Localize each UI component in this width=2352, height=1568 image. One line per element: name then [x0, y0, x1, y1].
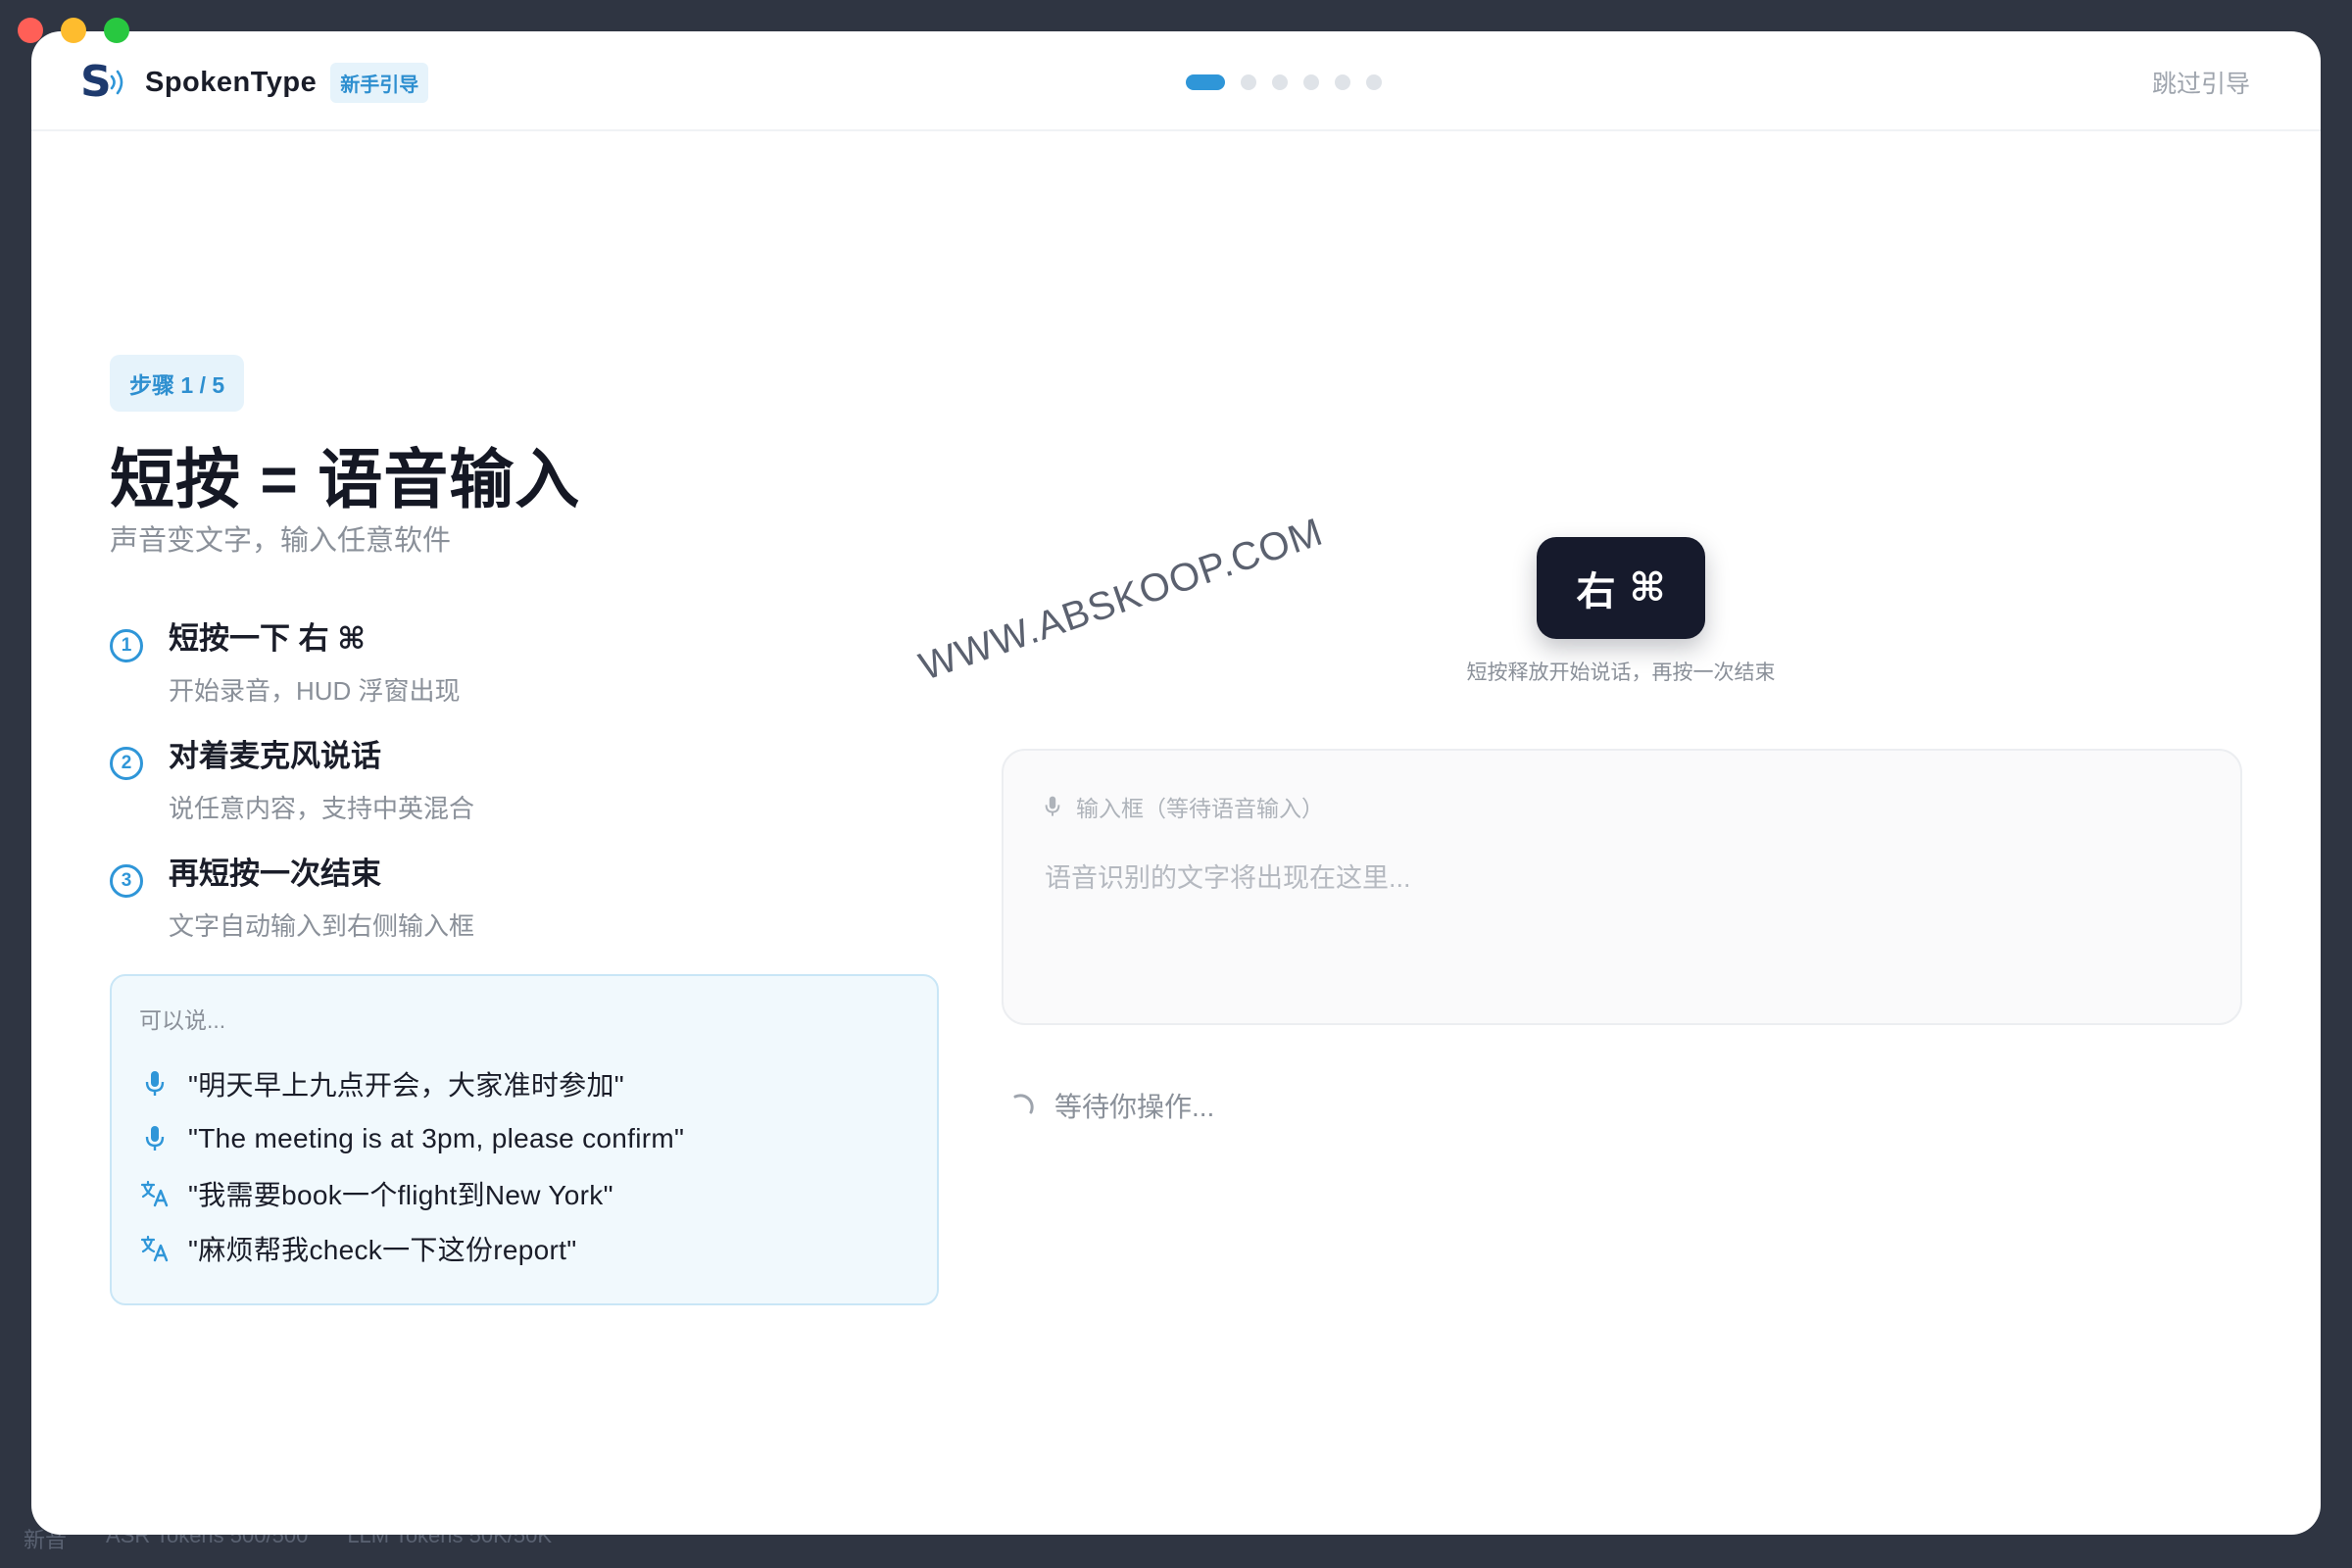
- example-text: "麻烦帮我check一下这份report": [188, 1235, 577, 1265]
- mic-icon: [139, 1123, 171, 1154]
- page-subtitle: 声音变文字，输入任意软件: [110, 525, 452, 557]
- step-title: 再短按一次结束: [169, 857, 381, 891]
- hotkey-char: 右: [1576, 570, 1616, 613]
- step-item: 2 对着麦克风说话 说任意内容，支持中英混合: [110, 731, 913, 849]
- minimize-window-button[interactable]: [61, 18, 86, 43]
- input-placeholder: 语音识别的文字将出现在这里...: [1045, 863, 1411, 893]
- skip-onboarding-button[interactable]: 跳过引导: [2152, 65, 2250, 100]
- progress-dot: [1303, 74, 1319, 90]
- progress-dot: [1272, 74, 1288, 90]
- app-name: SpokenType: [145, 66, 318, 98]
- translate-icon: [139, 1233, 171, 1264]
- step-title: 对着麦克风说话: [169, 739, 381, 773]
- example-phrases-panel: 可以说... "明天早上九点开会，大家准时参加" "The meeting is…: [110, 974, 939, 1305]
- onboarding-window: S SpokenType 新手引导 跳过引导 步骤 1 / 5 短按 = 语音输…: [31, 31, 2321, 1535]
- onboarding-progress: [1186, 74, 1382, 90]
- close-window-button[interactable]: [18, 18, 43, 43]
- step-description: 文字自动输入到右侧输入框: [169, 911, 475, 941]
- window-controls: [18, 18, 129, 43]
- page-title: 短按 = 语音输入: [110, 443, 581, 515]
- hotkey-hint: 短按释放开始说话，再按一次结束: [1466, 662, 1776, 684]
- hotkey-indicator: 右 ⌘: [1537, 537, 1705, 639]
- input-box-label-text: 输入框（等待语音输入）: [1076, 796, 1324, 821]
- onboarding-badge: 新手引导: [330, 62, 429, 103]
- progress-dot: [1241, 74, 1256, 90]
- step-number: 2: [110, 747, 143, 780]
- example-phrase: "我需要book一个flight到New York": [139, 1166, 909, 1221]
- input-box-label: 输入框（等待语音输入）: [1045, 790, 2199, 823]
- waiting-text: 等待你操作...: [1054, 1092, 1215, 1122]
- example-text: "The meeting is at 3pm, please confirm": [188, 1123, 685, 1153]
- mic-icon: [139, 1068, 171, 1100]
- step-description: 说任意内容，支持中英混合: [169, 794, 475, 823]
- waiting-status: 等待你操作...: [1009, 1086, 1214, 1125]
- step-number: 3: [110, 864, 143, 898]
- step-item: 1 短按一下 右 ⌘ 开始录音，HUD 浮窗出现: [110, 613, 913, 731]
- spinner-icon: [1013, 1094, 1034, 1114]
- app-logo-icon: S: [80, 61, 131, 104]
- step-title: 短按一下 右 ⌘: [169, 621, 366, 656]
- progress-dot: [1366, 74, 1382, 90]
- mic-icon: [1045, 796, 1060, 816]
- step-number: 1: [110, 629, 143, 662]
- voice-input-box[interactable]: 输入框（等待语音输入） 语音识别的文字将出现在这里...: [1002, 749, 2242, 1025]
- zoom-window-button[interactable]: [104, 18, 129, 43]
- examples-label: 可以说...: [139, 1007, 226, 1033]
- example-phrase: "明天早上九点开会，大家准时参加": [139, 1056, 909, 1111]
- translate-icon: [139, 1178, 171, 1209]
- command-key-icon: ⌘: [1629, 566, 1666, 610]
- step-description: 开始录音，HUD 浮窗出现: [169, 676, 461, 706]
- example-text: "我需要book一个flight到New York": [188, 1180, 613, 1210]
- progress-dot: [1186, 74, 1225, 90]
- example-text: "明天早上九点开会，大家准时参加": [188, 1070, 624, 1101]
- step-badge: 步骤 1 / 5: [110, 355, 245, 412]
- example-phrase: "The meeting is at 3pm, please confirm": [139, 1111, 909, 1166]
- step-item: 3 再短按一次结束 文字自动输入到右侧输入框: [110, 849, 913, 966]
- brand: S SpokenType 新手引导: [80, 61, 429, 104]
- example-phrase: "麻烦帮我check一下这份report": [139, 1221, 909, 1276]
- progress-dot: [1335, 74, 1350, 90]
- header: S SpokenType 新手引导 跳过引导: [31, 31, 2321, 131]
- instruction-steps: 1 短按一下 右 ⌘ 开始录音，HUD 浮窗出现 2 对着麦克风说话 说任意内容…: [110, 613, 913, 966]
